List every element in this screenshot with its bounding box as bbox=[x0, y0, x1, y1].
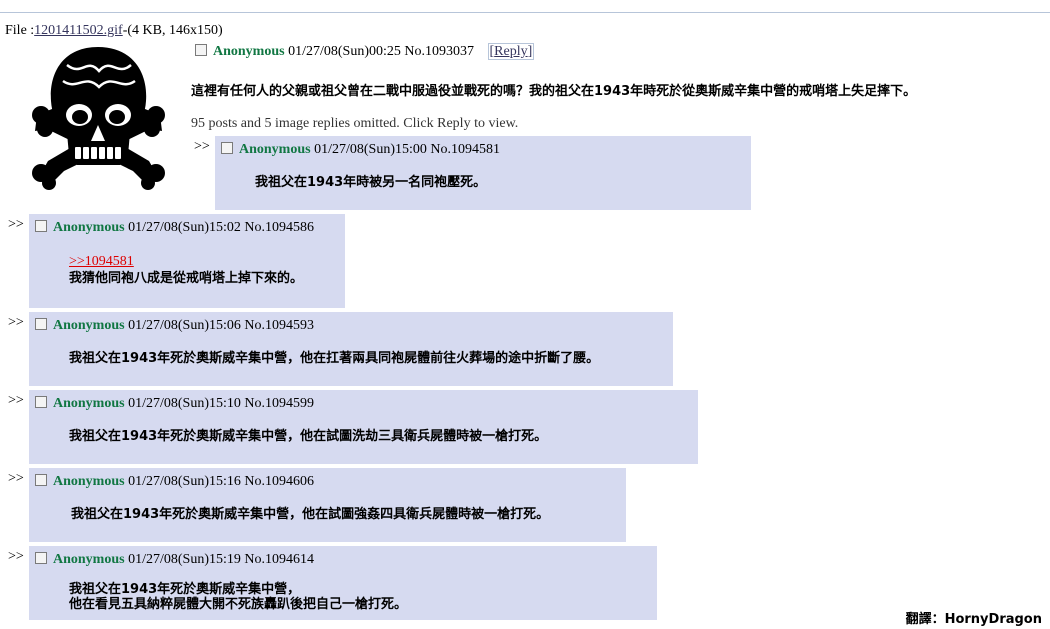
reply-post: Anonymous 01/27/08(Sun)15:06 No.1094593 … bbox=[29, 312, 673, 386]
reply-message: 我祖父在1943年時被另一名同袍壓死。 bbox=[255, 175, 486, 190]
reply-post: Anonymous 01/27/08(Sun)15:10 No.1094599 … bbox=[29, 390, 698, 464]
reply-number[interactable]: No.1094593 bbox=[244, 318, 314, 333]
reply-line: 我祖父在1943年死於奧斯威辛集中營，他在扛著兩具同袍屍體前往火葬場的途中折斷了… bbox=[69, 351, 600, 366]
reply-message: 我祖父在1943年死於奧斯威辛集中營， 他在看見五具納粹屍體大開不死族轟趴後把自… bbox=[69, 582, 407, 612]
reply-datetime: 01/27/08(Sun)15:06 bbox=[128, 318, 241, 333]
skull-image bbox=[27, 43, 170, 190]
reply-number[interactable]: No.1094586 bbox=[244, 220, 314, 235]
reply-header: Anonymous 01/27/08(Sun)15:16 No.1094606 bbox=[35, 474, 314, 490]
reply-post: Anonymous 01/27/08(Sun)15:02 No.1094586 … bbox=[29, 214, 345, 308]
reply-checkbox[interactable] bbox=[35, 552, 47, 564]
reply-arrow: >> bbox=[194, 139, 210, 154]
top-divider bbox=[0, 12, 1050, 13]
reply-header: Anonymous 01/27/08(Sun)15:02 No.1094586 bbox=[35, 220, 314, 236]
file-link[interactable]: 1201411502.gif bbox=[34, 23, 123, 38]
reply-line: 我猜他同袍八成是從戒哨塔上掉下來的。 bbox=[69, 271, 304, 286]
reply-header: Anonymous 01/27/08(Sun)15:10 No.1094599 bbox=[35, 396, 314, 412]
reply-message: >>1094581 我猜他同袍八成是從戒哨塔上掉下來的。 bbox=[69, 253, 303, 287]
reply-arrow: >> bbox=[8, 315, 24, 330]
reply-line: 我祖父在1943年時被另一名同袍壓死。 bbox=[255, 175, 487, 190]
reply-number[interactable]: No.1094599 bbox=[244, 396, 314, 411]
reply-label: Reply bbox=[494, 44, 528, 59]
op-name: Anonymous bbox=[213, 44, 285, 59]
op-thumbnail[interactable] bbox=[27, 43, 170, 190]
reply-line: 他在看見五具納粹屍體大開不死族轟趴後把自己一槍打死。 bbox=[69, 597, 408, 612]
reply-datetime: 01/27/08(Sun)15:19 bbox=[128, 552, 241, 567]
quote-link[interactable]: >>1094581 bbox=[69, 253, 303, 270]
reply-post: Anonymous 01/27/08(Sun)15:19 No.1094614 … bbox=[29, 546, 657, 620]
op-datetime: 01/27/08(Sun)00:25 bbox=[288, 44, 401, 59]
reply-header: Anonymous 01/27/08(Sun)15:00 No.1094581 bbox=[221, 142, 500, 158]
file-prefix: File : bbox=[5, 23, 35, 38]
reply-datetime: 01/27/08(Sun)15:02 bbox=[128, 220, 241, 235]
reply-number[interactable]: No.1094614 bbox=[244, 552, 314, 567]
file-info: File :1201411502.gif-(4 KB, 146x150) bbox=[5, 23, 223, 39]
reply-post: Anonymous 01/27/08(Sun)15:16 No.1094606 … bbox=[29, 468, 626, 542]
reply-datetime: 01/27/08(Sun)15:00 bbox=[314, 142, 427, 157]
reply-checkbox[interactable] bbox=[35, 318, 47, 330]
reply-number[interactable]: No.1094606 bbox=[244, 474, 314, 489]
reply-name: Anonymous bbox=[53, 318, 125, 333]
reply-arrow: >> bbox=[8, 393, 24, 408]
reply-header: Anonymous 01/27/08(Sun)15:06 No.1094593 bbox=[35, 318, 314, 334]
reply-name: Anonymous bbox=[239, 142, 311, 157]
reply-header: Anonymous 01/27/08(Sun)15:19 No.1094614 bbox=[35, 552, 314, 568]
omitted-notice: 95 posts and 5 image replies omitted. Cl… bbox=[191, 116, 519, 131]
op-number[interactable]: No.1093037 bbox=[404, 44, 474, 59]
reply-arrow: >> bbox=[8, 549, 24, 564]
reply-checkbox[interactable] bbox=[35, 220, 47, 232]
reply-name: Anonymous bbox=[53, 474, 125, 489]
op-checkbox[interactable] bbox=[195, 44, 207, 56]
reply-line: 我祖父在1943年死於奧斯威辛集中營， bbox=[69, 582, 301, 597]
translator-credit: 翻譯：HornyDragon bbox=[905, 612, 1042, 627]
reply-datetime: 01/27/08(Sun)15:10 bbox=[128, 396, 241, 411]
reply-post: Anonymous 01/27/08(Sun)15:00 No.1094581 … bbox=[215, 136, 751, 210]
reply-message: 我祖父在1943年死於奧斯威辛集中營，他在試圖強姦四具衛兵屍體時被一槍打死。 bbox=[71, 507, 549, 522]
file-meta: -(4 KB, 146x150) bbox=[122, 23, 223, 38]
reply-checkbox[interactable] bbox=[35, 474, 47, 486]
reply-name: Anonymous bbox=[53, 552, 125, 567]
reply-line: 我祖父在1943年死於奧斯威辛集中營，他在試圖洗劫三具衛兵屍體時被一槍打死。 bbox=[69, 429, 548, 444]
reply-button[interactable]: [Reply] bbox=[487, 43, 535, 60]
reply-number[interactable]: No.1094581 bbox=[430, 142, 500, 157]
reply-message: 我祖父在1943年死於奧斯威辛集中營，他在試圖洗劫三具衛兵屍體時被一槍打死。 bbox=[69, 429, 547, 444]
op-message: 這裡有任何人的父親或祖父曾在二戰中服過役並戰死的嗎？我的祖父在1943年時死於從… bbox=[191, 84, 917, 99]
reply-name: Anonymous bbox=[53, 220, 125, 235]
reply-arrow: >> bbox=[8, 217, 24, 232]
reply-message: 我祖父在1943年死於奧斯威辛集中營，他在扛著兩具同袍屍體前往火葬場的途中折斷了… bbox=[69, 351, 599, 366]
reply-name: Anonymous bbox=[53, 396, 125, 411]
op-header: Anonymous 01/27/08(Sun)00:25 No.1093037 … bbox=[195, 43, 535, 60]
reply-checkbox[interactable] bbox=[35, 396, 47, 408]
reply-checkbox[interactable] bbox=[221, 142, 233, 154]
reply-datetime: 01/27/08(Sun)15:16 bbox=[128, 474, 241, 489]
reply-arrow: >> bbox=[8, 471, 24, 486]
reply-line: 我祖父在1943年死於奧斯威辛集中營，他在試圖強姦四具衛兵屍體時被一槍打死。 bbox=[71, 507, 550, 522]
